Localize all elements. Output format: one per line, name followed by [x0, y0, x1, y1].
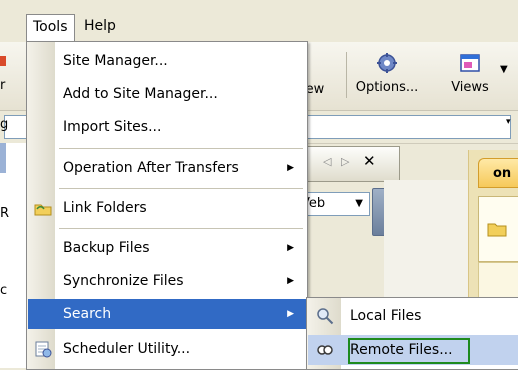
menu-item-label: Synchronize Files	[63, 273, 184, 289]
options-gear-icon	[377, 53, 397, 73]
panel-prev-icon[interactable]: ◁	[323, 155, 331, 168]
menu-item-search[interactable]: Search ▶	[28, 299, 306, 329]
menu-item-operation-after-transfers[interactable]: Operation After Transfers ▶	[28, 153, 306, 183]
menu-item-label: Operation After Transfers	[63, 160, 239, 176]
menu-separator	[59, 188, 303, 189]
toolbar-icon-partial	[0, 56, 6, 66]
menu-item-backup-files[interactable]: Backup Files ▶	[28, 233, 306, 263]
address-dropdown-arrow-icon[interactable]: ▾	[506, 117, 511, 127]
toolbar-separator	[346, 52, 347, 98]
menu-help[interactable]: Help	[78, 14, 122, 38]
menu-item-label: Remote Files...	[350, 342, 453, 358]
web-select[interactable]: Veb ▼	[298, 192, 370, 216]
folder-icon	[487, 223, 507, 237]
menu-item-scheduler-utility[interactable]: Scheduler Utility...	[28, 334, 306, 364]
submenu-arrow-icon: ▶	[287, 276, 294, 286]
left-panel-edge	[0, 143, 6, 173]
search-submenu: Local Files Remote Files...	[306, 297, 518, 370]
submenu-arrow-icon: ▶	[287, 243, 294, 253]
menu-bar: Tools Help	[0, 0, 518, 43]
panel-header: ◁ ▷ ✕	[298, 146, 400, 182]
menu-item-label: Backup Files	[63, 240, 150, 256]
menu-separator	[59, 228, 303, 229]
menu-tools[interactable]: Tools	[26, 14, 75, 43]
remote-search-icon	[317, 345, 333, 355]
menu-item-add-to-site-manager[interactable]: Add to Site Manager...	[28, 79, 306, 109]
submenu-arrow-icon: ▶	[287, 163, 294, 173]
menu-item-local-files[interactable]: Local Files	[308, 301, 518, 331]
menu-help-label: Help	[84, 18, 116, 34]
right-panel-tab[interactable]: on	[478, 158, 518, 188]
menu-item-remote-files[interactable]: Remote Files...	[308, 335, 518, 365]
right-panel-content	[478, 196, 518, 262]
views-button[interactable]: Views	[442, 50, 498, 106]
menu-item-label: Scheduler Utility...	[63, 341, 191, 357]
views-button-label: Views	[451, 80, 489, 95]
link-folders-icon	[34, 204, 52, 216]
menu-item-synchronize-files[interactable]: Synchronize Files ▶	[28, 266, 306, 296]
tools-menu: Site Manager... Add to Site Manager... I…	[26, 41, 308, 370]
menu-item-label: Import Sites...	[63, 119, 162, 135]
menu-item-label: Link Folders	[63, 200, 147, 216]
scheduler-icon	[35, 341, 52, 358]
menu-item-label: Add to Site Manager...	[63, 86, 218, 102]
local-search-icon	[317, 308, 334, 325]
address-label-partial: g	[0, 117, 9, 132]
menu-separator	[59, 148, 303, 149]
menu-item-label: Search	[63, 306, 112, 322]
web-select-arrow-icon: ▼	[355, 198, 363, 209]
right-panel-tab-label: on	[493, 166, 512, 181]
menu-tools-label: Tools	[33, 19, 68, 35]
left-panel-label-partial-2: c	[0, 283, 8, 298]
menu-item-label: Site Manager...	[63, 53, 168, 69]
left-panel-label-partial: R	[0, 206, 10, 221]
panel-next-icon[interactable]: ▷	[341, 155, 349, 168]
options-button[interactable]: Options...	[350, 50, 424, 106]
submenu-arrow-icon: ▶	[287, 309, 294, 319]
options-button-label: Options...	[355, 80, 419, 95]
menu-item-link-folders[interactable]: Link Folders	[28, 193, 306, 223]
panel-close-icon[interactable]: ✕	[363, 152, 376, 170]
views-window-icon	[460, 54, 480, 72]
menu-item-site-manager[interactable]: Site Manager...	[28, 46, 306, 76]
views-dropdown-arrow-icon[interactable]: ▼	[500, 64, 508, 75]
toolbar-label-partial: r	[0, 78, 6, 93]
menu-item-label: Local Files	[350, 308, 422, 324]
menu-item-import-sites[interactable]: Import Sites...	[28, 112, 306, 142]
